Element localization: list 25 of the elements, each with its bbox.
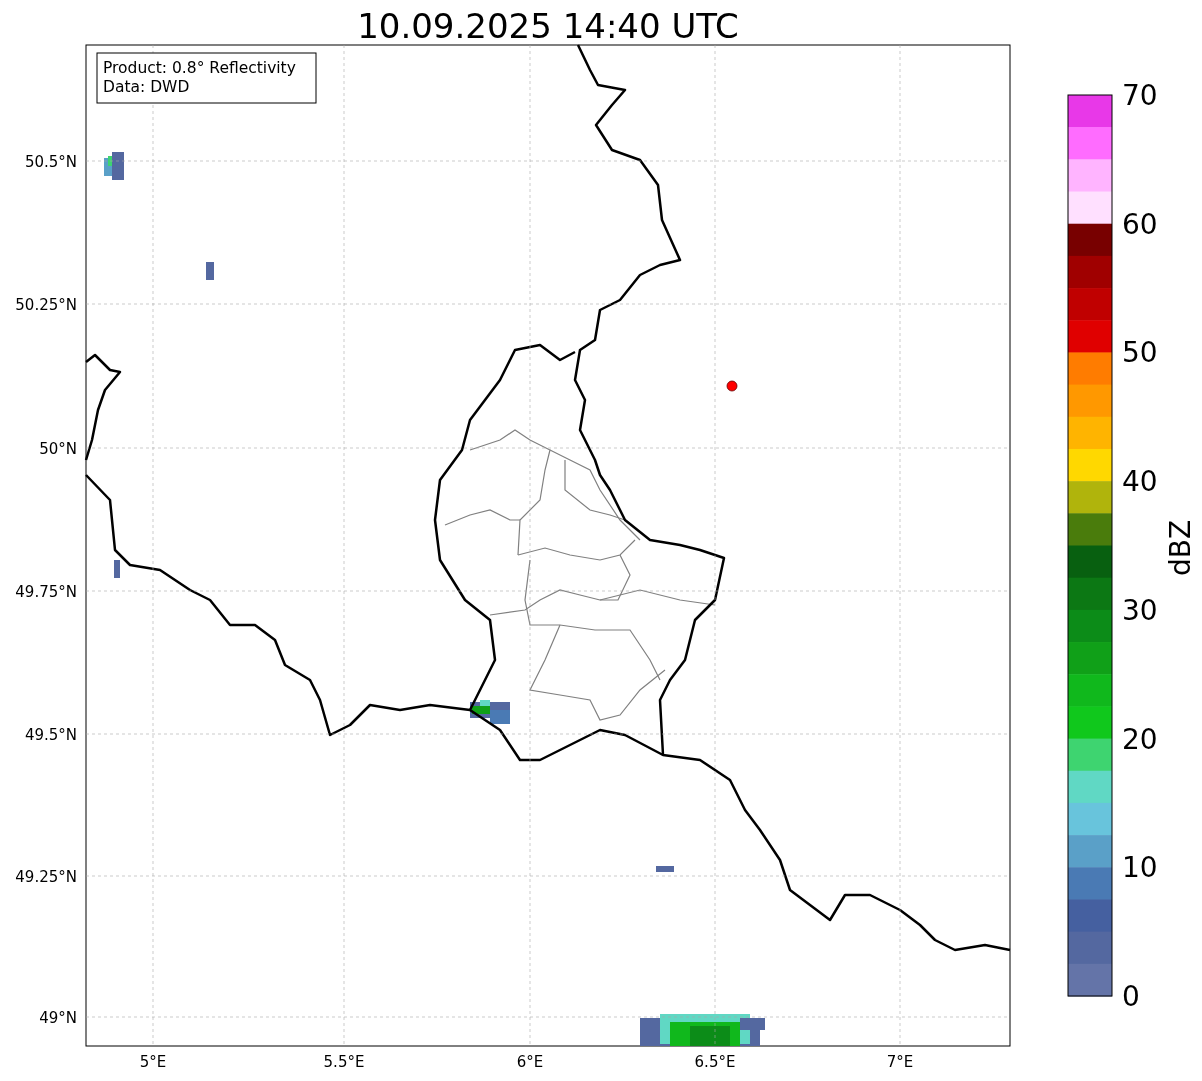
tick-label: 50°N bbox=[39, 440, 77, 458]
tick-label: 49.5°N bbox=[24, 726, 77, 744]
tick-label: 50.25°N bbox=[15, 296, 77, 314]
colorbar-tick-label: 0 bbox=[1122, 980, 1140, 1013]
tick-label: 6°E bbox=[516, 1053, 544, 1071]
tick-label: 49.25°N bbox=[15, 868, 77, 886]
tick-label: 5.5°E bbox=[323, 1053, 365, 1071]
colorbar-tick-label: 20 bbox=[1122, 722, 1158, 756]
tick-label: 50.5°N bbox=[24, 153, 77, 171]
legend-text: Product: 0.8° Reflectivity bbox=[103, 59, 296, 77]
colorbar-tick-label: 70 bbox=[1122, 79, 1158, 112]
tick-label: 6.5°E bbox=[694, 1053, 736, 1071]
legend-text: Data: DWD bbox=[103, 78, 190, 96]
plot-title: 10.09.2025 14:40 UTC bbox=[357, 6, 739, 46]
colorbar-tick-label: 40 bbox=[1122, 465, 1158, 499]
colorbar-tick-label: 50 bbox=[1122, 336, 1158, 370]
colorbar-tick-label: 10 bbox=[1122, 851, 1158, 885]
tick-label: 7°E bbox=[886, 1053, 914, 1071]
tick-label: 49°N bbox=[39, 1009, 77, 1027]
colorbar-label: dBZ bbox=[1164, 519, 1197, 577]
tick-label: 5°E bbox=[139, 1053, 167, 1071]
tick-label: 49.75°N bbox=[15, 583, 77, 601]
location-marker bbox=[726, 380, 738, 392]
colorbar-tick-label: 60 bbox=[1122, 207, 1158, 241]
colorbar-tick-label: 30 bbox=[1122, 593, 1158, 627]
